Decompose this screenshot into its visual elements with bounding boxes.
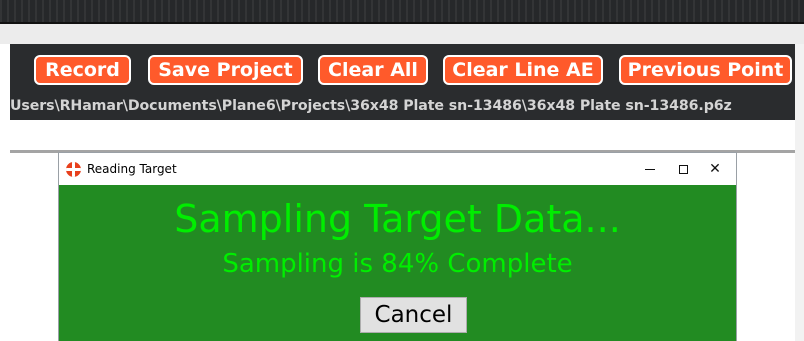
clear-all-button[interactable]: Clear All <box>318 55 428 85</box>
maximize-icon[interactable] <box>668 153 698 185</box>
save-project-button[interactable]: Save Project <box>148 55 303 85</box>
project-file-path: Users\RHamar\Documents\Plane6\Projects\3… <box>10 98 732 114</box>
crosshair-app-icon <box>66 162 81 177</box>
previous-point-button[interactable]: Previous Point <box>619 55 792 85</box>
sampling-heading: Sampling Target Data... <box>174 197 621 241</box>
window-band <box>0 24 804 44</box>
dialog-body: Sampling Target Data... Sampling is 84% … <box>59 185 736 341</box>
sampling-progress-text: Sampling is 84% Complete <box>222 249 573 279</box>
right-edge-strip <box>795 44 804 341</box>
close-icon[interactable]: ✕ <box>700 153 730 185</box>
dialog-title: Reading Target <box>87 162 177 176</box>
cancel-button[interactable]: Cancel <box>360 297 467 333</box>
record-button[interactable]: Record <box>34 55 131 85</box>
clear-line-ae-button[interactable]: Clear Line AE <box>443 55 603 85</box>
top-background-strip <box>0 0 804 22</box>
minimize-icon[interactable] <box>635 153 665 185</box>
reading-target-dialog: Reading Target ✕ Sampling Target Data...… <box>59 153 736 341</box>
dialog-titlebar[interactable]: Reading Target ✕ <box>59 153 736 185</box>
